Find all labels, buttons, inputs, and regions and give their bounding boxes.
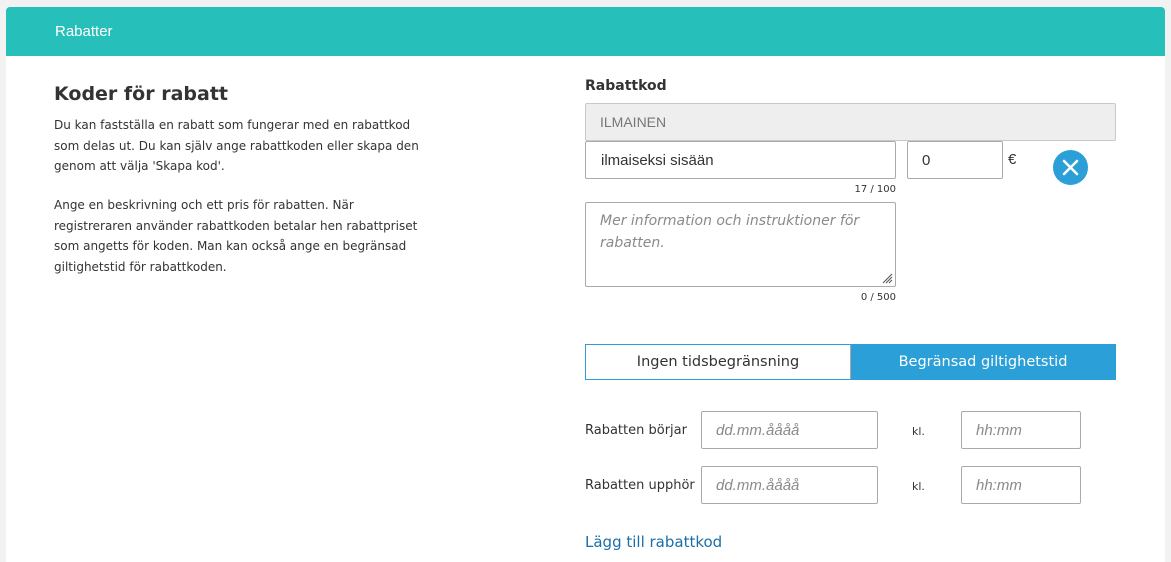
add-discount-code-link[interactable]: Lägg till rabattkod bbox=[585, 533, 722, 551]
start-label: Rabatten börjar bbox=[585, 423, 687, 438]
currency-label: € bbox=[1008, 151, 1017, 168]
no-time-limit-option[interactable]: Ingen tidsbegränsning bbox=[586, 345, 851, 379]
close-icon bbox=[1062, 159, 1079, 176]
end-label: Rabatten upphör bbox=[585, 478, 695, 493]
intro-paragraph-1: Du kan fastställa en rabatt som fungerar… bbox=[54, 118, 419, 173]
start-time-label: kl. bbox=[912, 425, 925, 438]
discount-name-input[interactable]: ilmaiseksi sisään bbox=[585, 141, 896, 179]
card-header: Rabatter bbox=[6, 7, 1165, 56]
description-placeholder: Mer information och instruktioner för ra… bbox=[600, 213, 860, 251]
intro-paragraph-2: Ange en beskrivning och ett pris för rab… bbox=[54, 198, 418, 274]
limited-validity-option[interactable]: Begränsad giltighetstid bbox=[851, 345, 1115, 379]
end-time-label: kl. bbox=[912, 480, 925, 493]
description-char-counter: 0 / 500 bbox=[860, 292, 896, 303]
start-date-input[interactable]: dd.mm.åååå bbox=[701, 411, 878, 449]
validity-toggle: Ingen tidsbegränsning Begränsad giltighe… bbox=[585, 344, 1116, 380]
discount-card: Rabatter Koder för rabatt Du kan faststä… bbox=[6, 7, 1165, 562]
section-title: Koder för rabatt bbox=[54, 83, 228, 105]
card-title: Rabatter bbox=[55, 23, 113, 40]
end-time-input[interactable]: hh:mm bbox=[961, 466, 1081, 504]
code-label: Rabattkod bbox=[585, 78, 667, 94]
name-char-counter: 17 / 100 bbox=[854, 184, 896, 195]
start-time-input[interactable]: hh:mm bbox=[961, 411, 1081, 449]
price-input[interactable]: 0 bbox=[907, 141, 1003, 179]
remove-code-button[interactable] bbox=[1053, 150, 1088, 185]
end-date-input[interactable]: dd.mm.åååå bbox=[701, 466, 878, 504]
resize-grip-icon[interactable] bbox=[881, 272, 893, 284]
code-input[interactable]: ILMAINEN bbox=[585, 103, 1116, 141]
description-textarea[interactable]: Mer information och instruktioner för ra… bbox=[585, 202, 896, 287]
